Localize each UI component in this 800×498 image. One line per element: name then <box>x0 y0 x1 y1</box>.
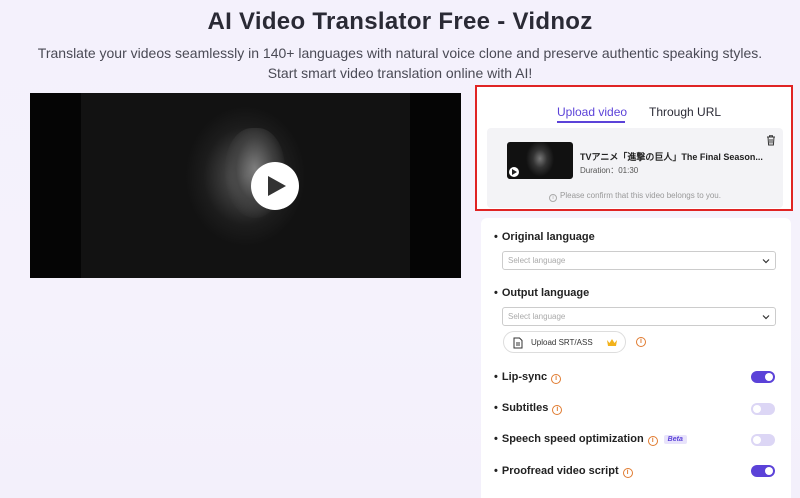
page-subtitle: Translate your videos seamlessly in 140+… <box>20 43 780 83</box>
tab-through-url[interactable]: Through URL <box>649 105 721 119</box>
active-tab-underline <box>557 121 625 123</box>
subtitles-toggle[interactable] <box>751 403 775 415</box>
lip-sync-info-icon[interactable]: i <box>551 374 562 384</box>
output-language-select[interactable]: Select language <box>502 307 776 326</box>
lip-sync-toggle[interactable] <box>751 371 775 383</box>
speech-speed-toggle[interactable] <box>751 434 775 446</box>
upload-srt-info-icon[interactable]: i <box>636 337 646 347</box>
beta-badge: Beta <box>663 435 687 444</box>
file-duration: Duration：01:30 <box>580 166 639 175</box>
upload-srt-label: Upload SRT/ASS <box>531 338 593 347</box>
upload-srt-button[interactable]: Upload SRT/ASS <box>503 331 626 353</box>
speech-speed-info-icon[interactable]: i <box>647 436 658 446</box>
ownership-notice: i Please confirm that this video belongs … <box>487 191 783 202</box>
chevron-down-icon <box>762 259 770 264</box>
original-language-label: • Original language <box>494 231 595 243</box>
play-icon <box>268 176 286 196</box>
proofread-info-icon[interactable]: i <box>622 468 633 478</box>
speech-speed-label: • Speech speed optimization i Beta <box>494 433 687 446</box>
trash-icon[interactable] <box>765 134 777 146</box>
translation-settings-panel: • Original language Select language • Outp… <box>481 218 791 498</box>
play-button[interactable] <box>251 162 299 210</box>
ownership-notice-text: Please confirm that this video belongs t… <box>560 191 721 200</box>
subtitles-info-icon[interactable]: i <box>552 405 563 415</box>
file-name: TVアニメ「進撃の巨人」The Final Season... <box>580 152 763 162</box>
uploaded-file-card: TVアニメ「進撃の巨人」The Final Season... Duration… <box>487 128 783 208</box>
lip-sync-label: • Lip-sync i <box>494 371 562 384</box>
output-language-label: • Output language <box>494 287 590 299</box>
original-language-placeholder: Select language <box>508 256 566 265</box>
upload-panel: Upload video Through URL TVアニメ「進撃の巨人」The… <box>475 85 793 211</box>
subtitle-line-2: Start smart video translation online wit… <box>267 65 533 81</box>
video-preview[interactable] <box>30 93 461 278</box>
tab-upload-video[interactable]: Upload video <box>557 105 627 119</box>
thumbnail-play-icon[interactable] <box>509 167 519 177</box>
proofread-label: • Proofread video script i <box>494 465 633 478</box>
original-language-select[interactable]: Select language <box>502 251 776 270</box>
output-language-placeholder: Select language <box>508 312 566 321</box>
info-icon: i <box>549 194 557 202</box>
page-title: AI Video Translator Free - Vidnoz <box>207 8 593 35</box>
crown-icon <box>607 339 617 346</box>
proofread-toggle[interactable] <box>751 465 775 477</box>
chevron-down-icon <box>762 315 770 320</box>
subtitles-label: • Subtitles i <box>494 402 563 415</box>
subtitle-line-1: Translate your videos seamlessly in 140+… <box>37 45 763 61</box>
subtitle-file-icon <box>513 337 523 349</box>
video-thumbnail[interactable] <box>507 142 573 179</box>
upload-tabs: Upload video Through URL <box>477 87 791 125</box>
